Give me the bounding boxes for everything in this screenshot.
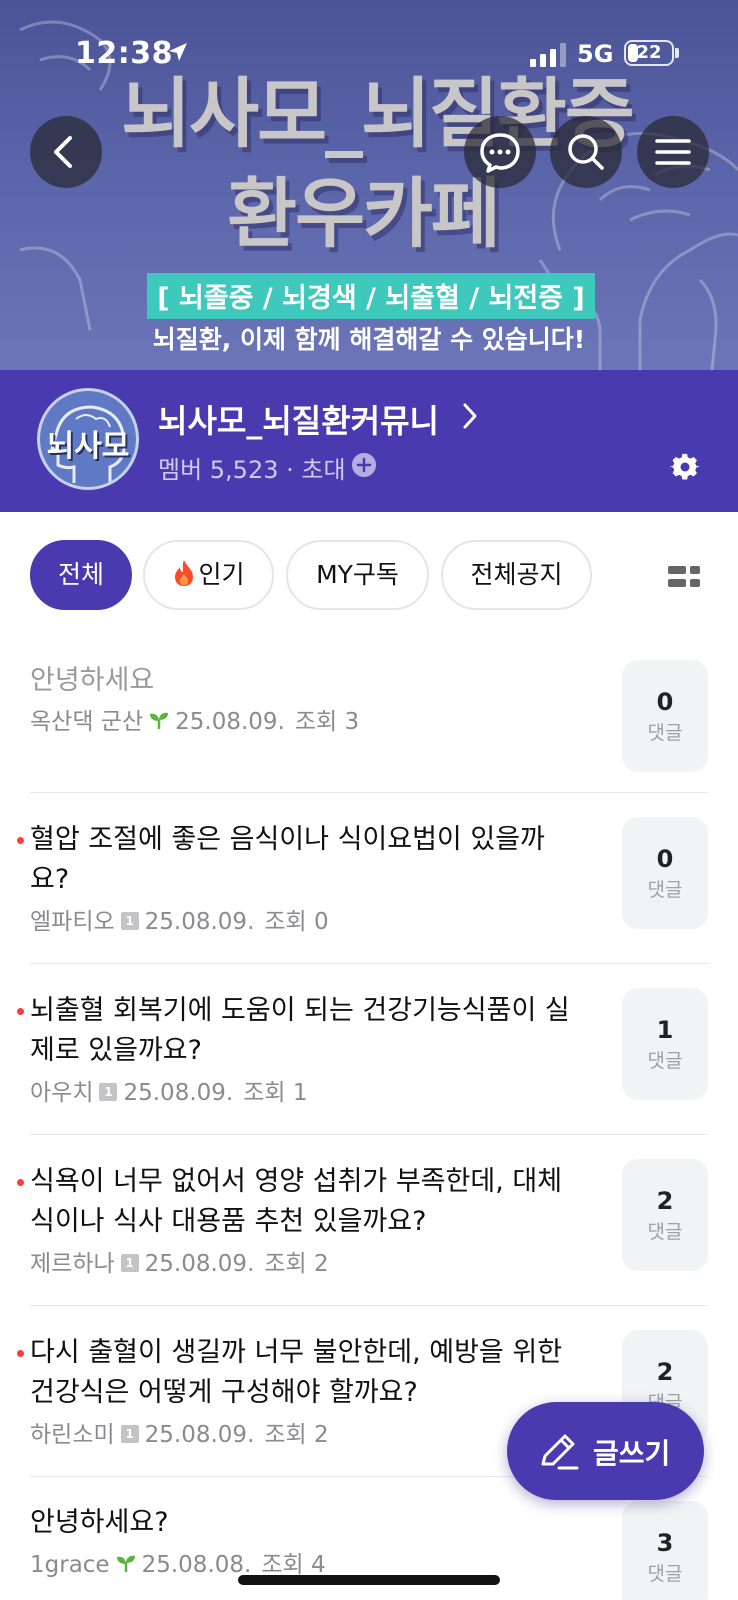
member-count: 멤버 5,523 · 초대 (158, 456, 346, 484)
list-item[interactable]: 혈압 조절에 좋은 음식이나 식이요법이 있을까 요? 엘파티오 1 25.08.09… (0, 797, 738, 962)
list-item[interactable]: 안녕하세요 옥산댁 군산 25.08.09. 조회 3 0 댓글 (0, 640, 738, 790)
post-views: 조회 1 (243, 1080, 308, 1106)
board-tabs: 전체 인기 MY구독 전체공지 (0, 540, 738, 610)
comment-count: 2 (656, 1187, 674, 1215)
banner-title-line2: 환우카페 (227, 169, 501, 258)
post-views: 조회 2 (264, 1251, 329, 1277)
cafe-logo-text: 뇌사모 (46, 429, 130, 464)
back-icon (54, 136, 72, 168)
post-title: 다시 출혈이 생길까 너무 불안한데, 예방을 위한 건강식은 어떻게 구성해야 … (30, 1337, 563, 1408)
tab-all[interactable]: 전체 (30, 540, 132, 610)
menu-icon (655, 139, 691, 165)
post-author: 아우치 (30, 1080, 94, 1106)
divider (30, 792, 708, 793)
comment-label: 댓글 (647, 879, 683, 901)
comment-count-box[interactable]: 0 댓글 (622, 817, 708, 929)
post-date: 25.08.09. (175, 709, 285, 735)
tab-label: 인기 (198, 560, 245, 589)
banner-subtitle: 뇌질환, 이제 함께 해결해갈 수 있습니다! (152, 325, 586, 354)
member-level-badge: 1 (99, 1082, 118, 1101)
cafe-banner: 12:38 5G 22 뇌사모_뇌질환증 환우카페 [ 뇌졸중 / 뇌경색 / … (0, 0, 738, 370)
post-meta: 옥산댁 군산 25.08.09. 조회 3 (30, 702, 359, 736)
chevron-right-icon[interactable] (460, 400, 480, 432)
tab-my-subscription[interactable]: MY구독 (286, 540, 429, 610)
pencil-icon (541, 1434, 579, 1470)
post-date: 25.08.09. (144, 909, 255, 935)
menu-button[interactable] (637, 116, 709, 188)
post-title: 혈압 조절에 좋은 음식이나 식이요법이 있을까 요? (30, 824, 545, 895)
comment-count-box[interactable]: 2 댓글 (622, 1159, 708, 1271)
new-post-dot (17, 837, 24, 844)
comment-count-box[interactable]: 3 댓글 (622, 1501, 708, 1600)
comment-count-box[interactable]: 1 댓글 (622, 988, 708, 1100)
divider (30, 1305, 708, 1306)
member-level-badge: 1 (120, 1253, 139, 1272)
new-post-dot (17, 1350, 24, 1357)
new-post-dot (17, 1008, 24, 1015)
cafe-info-header: 뇌사모 뇌사모_뇌질환커뮤니 멤버 5,523 · 초대 (0, 370, 738, 512)
divider (30, 963, 708, 964)
post-views: 조회 0 (264, 909, 329, 935)
tab-label: 전체 (57, 560, 104, 589)
list-item[interactable]: 뇌출혈 회복기에 도움이 되는 건강기능식품이 실 제로 있을까요? 아우치 1 25… (0, 968, 738, 1133)
comment-count: 2 (656, 1358, 674, 1386)
post-meta: 엘파티오 1 25.08.09. 조회 0 (30, 902, 329, 936)
post-date: 25.08.08. (141, 1552, 252, 1578)
view-mode-icon[interactable] (668, 566, 700, 588)
sprout-icon (150, 712, 169, 729)
comment-count: 1 (656, 1016, 674, 1044)
cafe-name[interactable]: 뇌사모_뇌질환커뮤니 (158, 396, 439, 442)
search-button[interactable] (550, 116, 622, 188)
post-date: 25.08.09. (144, 1422, 255, 1448)
comment-count: 0 (656, 688, 674, 716)
banner-title-line1: 뇌사모_뇌질환증 (121, 69, 634, 158)
gear-icon[interactable] (670, 452, 700, 482)
post-views: 조회 3 (294, 709, 360, 735)
comment-count: 0 (656, 845, 674, 873)
cafe-logo[interactable]: 뇌사모 (37, 388, 139, 490)
fire-icon (175, 560, 194, 586)
post-meta: 제르하나 1 25.08.09. 조회 2 (30, 1244, 329, 1278)
new-post-dot (17, 1179, 24, 1186)
write-button-label: 글쓰기 (593, 1437, 671, 1470)
chat-icon (480, 133, 520, 173)
member-level-badge: 1 (120, 1424, 139, 1443)
banner-tags: [ 뇌졸중 / 뇌경색 / 뇌출혈 / 뇌전증 ] (157, 283, 585, 314)
post-title: 안녕하세요? (30, 1507, 169, 1538)
comment-count-box[interactable]: 0 댓글 (622, 660, 708, 772)
comment-label: 댓글 (647, 1221, 683, 1243)
post-title: 안녕하세요 (30, 665, 155, 696)
home-indicator[interactable] (238, 1575, 500, 1585)
tab-all-notices[interactable]: 전체공지 (441, 540, 592, 610)
sprout-icon (116, 1555, 135, 1572)
post-meta: 1grace 25.08.08. 조회 4 (30, 1545, 326, 1579)
post-author: 옥산댁 군산 (30, 709, 144, 735)
post-date: 25.08.09. (123, 1080, 234, 1106)
comment-count: 3 (656, 1529, 674, 1557)
post-author: 하린소미 (30, 1422, 115, 1448)
post-author: 엘파티오 (30, 909, 115, 935)
tab-label: 전체공지 (470, 560, 563, 589)
chat-button[interactable] (464, 116, 536, 188)
invite-plus-icon[interactable] (352, 453, 376, 477)
post-meta: 아우치 1 25.08.09. 조회 1 (30, 1073, 307, 1107)
post-views: 조회 2 (264, 1422, 329, 1448)
post-title: 식욕이 너무 없어서 영양 섭취가 부족한데, 대체 식이나 식사 대용품 추천 … (30, 1166, 563, 1237)
list-item[interactable]: 식욕이 너무 없어서 영양 섭취가 부족한데, 대체 식이나 식사 대용품 추천 … (0, 1139, 738, 1304)
divider (30, 1134, 708, 1135)
back-button[interactable] (30, 116, 102, 188)
tab-label: MY구독 (316, 560, 399, 589)
post-author: 1grace (30, 1552, 110, 1578)
post-title: 뇌출혈 회복기에 도움이 되는 건강기능식품이 실 제로 있을까요? (30, 995, 570, 1066)
tab-popular[interactable]: 인기 (143, 540, 274, 610)
post-meta: 하린소미 1 25.08.09. 조회 2 (30, 1415, 329, 1449)
write-post-button[interactable]: 글쓰기 (507, 1402, 704, 1500)
post-date: 25.08.09. (144, 1251, 255, 1277)
comment-label: 댓글 (647, 1050, 683, 1072)
comment-label: 댓글 (647, 1563, 683, 1585)
search-icon (568, 134, 604, 170)
comment-label: 댓글 (647, 722, 683, 744)
post-author: 제르하나 (30, 1251, 115, 1277)
member-level-badge: 1 (120, 911, 139, 930)
